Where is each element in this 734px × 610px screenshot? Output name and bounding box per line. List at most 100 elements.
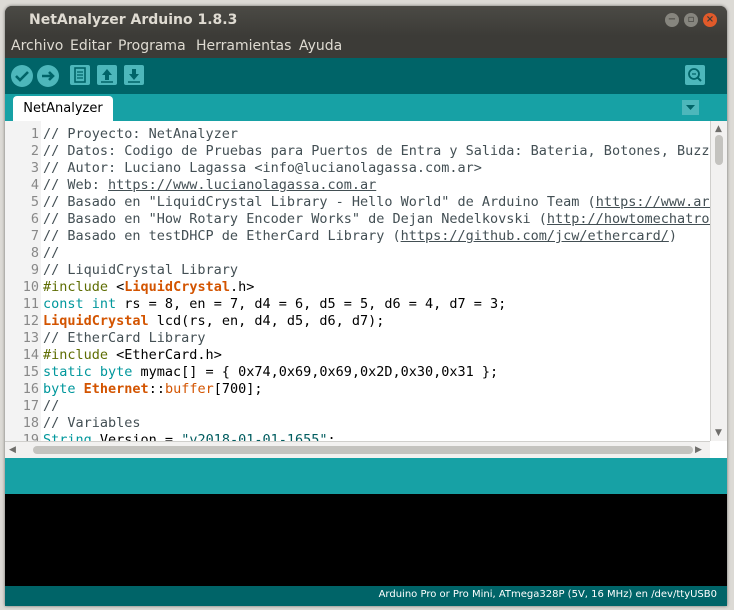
save-icon bbox=[128, 69, 140, 83]
vertical-scroll-thumb[interactable] bbox=[715, 135, 723, 165]
code-token: #include bbox=[43, 347, 117, 363]
scroll-down-icon[interactable]: ▼ bbox=[715, 427, 722, 439]
code-token: // bbox=[43, 245, 60, 261]
code-token: #include bbox=[43, 279, 117, 295]
tab-menu-button[interactable] bbox=[682, 100, 699, 115]
window-title: NetAnalyzer Arduino 1.8.3 bbox=[29, 12, 238, 28]
horizontal-scrollbar[interactable]: ◀ ▶ bbox=[5, 441, 710, 458]
vertical-scrollbar[interactable]: ▲ ▼ bbox=[710, 121, 727, 441]
line-number: 7 bbox=[30, 228, 39, 244]
code-token: ) bbox=[668, 228, 677, 244]
open-icon bbox=[101, 69, 113, 83]
code-text: // bbox=[43, 245, 59, 262]
arduino-window: NetAnalyzer Arduino 1.8.3 − ▫ × Archivo … bbox=[5, 6, 727, 606]
code-token: // Variables bbox=[43, 415, 141, 431]
board-status: Arduino Pro or Pro Mini, ATmega328P (5V,… bbox=[378, 589, 717, 600]
code-token: // Basado en "LiquidCrystal Library - He… bbox=[43, 194, 596, 210]
code-text: LiquidCrystal lcd(rs, en, d4, d5, d6, d7… bbox=[43, 313, 384, 330]
menu-archivo[interactable]: Archivo bbox=[11, 38, 63, 54]
verify-button[interactable] bbox=[11, 65, 33, 87]
line-number: 15 bbox=[22, 364, 39, 380]
line-number: 17 bbox=[22, 398, 39, 414]
code-token: // Basado en "How Rotary Encoder Works" … bbox=[43, 211, 547, 227]
code-text: byte Ethernet::buffer[700]; bbox=[43, 381, 263, 398]
line-number: 1 bbox=[30, 126, 39, 142]
menu-programa[interactable]: Programa bbox=[118, 38, 186, 54]
code-text: // Variables bbox=[43, 415, 141, 432]
open-button[interactable] bbox=[97, 65, 117, 85]
line-number: 3 bbox=[30, 160, 39, 176]
new-button[interactable] bbox=[70, 65, 90, 85]
tab-bar: NetAnalyzer bbox=[5, 94, 727, 121]
code-text: // bbox=[43, 398, 59, 415]
menu-ayuda[interactable]: Ayuda bbox=[299, 38, 342, 54]
horizontal-scroll-thumb[interactable] bbox=[33, 446, 693, 454]
code-token: [700]; bbox=[213, 381, 263, 397]
console-output[interactable] bbox=[5, 494, 727, 586]
verify-icon bbox=[15, 71, 29, 82]
code-text: // LiquidCrystal Library bbox=[43, 262, 238, 279]
line-number: 12 bbox=[22, 313, 39, 329]
title-bar[interactable]: NetAnalyzer Arduino 1.8.3 − ▫ × bbox=[5, 6, 727, 36]
scroll-left-icon[interactable]: ◀ bbox=[9, 444, 16, 456]
code-token[interactable]: http://howtomechatroni bbox=[547, 211, 726, 227]
serial-monitor-icon bbox=[688, 68, 702, 82]
code-token: // Basado en testDHCP de EtherCard Libra… bbox=[43, 228, 401, 244]
code-editor[interactable]: 1// Proyecto: NetAnalyzer 2// Datos: Codi… bbox=[5, 121, 727, 458]
code-text: // Autor: Luciano Lagassa <info@lucianol… bbox=[43, 160, 482, 177]
code-token: // EtherCard Library bbox=[43, 330, 206, 346]
code-token: // Autor: Luciano Lagassa <info@lucianol… bbox=[43, 160, 482, 176]
code-token: static byte bbox=[43, 364, 133, 380]
code-token: <EtherCard.h> bbox=[116, 347, 222, 363]
code-token: LiquidCrystal bbox=[43, 313, 149, 329]
menu-bar: Archivo Editar Programa Herramientas Ayu… bbox=[5, 36, 727, 58]
code-token: mymac[] = { 0x74,0x69,0x69,0x2D,0x30,0x3… bbox=[132, 364, 499, 380]
scroll-right-icon[interactable]: ▶ bbox=[695, 444, 702, 456]
close-button[interactable]: × bbox=[703, 13, 717, 27]
code-text: // Basado en "How Rotary Encoder Works" … bbox=[43, 211, 726, 228]
code-text: // Web: https://www.lucianolagassa.com.a… bbox=[43, 177, 376, 194]
new-icon bbox=[74, 67, 86, 83]
toolbar bbox=[5, 58, 727, 94]
upload-button[interactable] bbox=[37, 65, 59, 87]
code-text: #include <EtherCard.h> bbox=[43, 347, 222, 364]
chevron-down-icon bbox=[686, 105, 695, 110]
code-token[interactable]: https://github.com/jcw/ethercard/ bbox=[401, 228, 669, 244]
code-text: // Basado en testDHCP de EtherCard Libra… bbox=[43, 228, 677, 245]
code-token: lcd(rs, en, d4, d5, d6, d7); bbox=[148, 313, 385, 329]
code-token[interactable]: https://www.ardu bbox=[596, 194, 726, 210]
code-text: // Basado en "LiquidCrystal Library - He… bbox=[43, 194, 726, 211]
code-token: // bbox=[43, 398, 60, 414]
code-text: static byte mymac[] = { 0x74,0x69,0x69,0… bbox=[43, 364, 498, 381]
line-number: 13 bbox=[22, 330, 39, 346]
message-bar bbox=[5, 458, 727, 494]
code-token: // Datos: Codigo de Pruebas para Puertos… bbox=[43, 143, 726, 159]
scroll-up-icon[interactable]: ▲ bbox=[715, 123, 722, 135]
code-text: #include <LiquidCrystal.h> bbox=[43, 279, 254, 296]
line-number: 8 bbox=[30, 245, 39, 261]
serial-monitor-button[interactable] bbox=[685, 65, 705, 85]
menu-editar[interactable]: Editar bbox=[70, 38, 111, 54]
menu-herramientas[interactable]: Herramientas bbox=[196, 38, 291, 54]
line-number: 14 bbox=[22, 347, 39, 363]
code-token: buffer bbox=[164, 381, 214, 397]
save-button[interactable] bbox=[124, 65, 144, 85]
minimize-button[interactable]: − bbox=[665, 13, 679, 27]
tab-netanalyzer[interactable]: NetAnalyzer bbox=[13, 96, 113, 121]
line-number: 2 bbox=[30, 143, 39, 159]
code-token: LiquidCrystal bbox=[124, 279, 230, 295]
line-number: 11 bbox=[22, 296, 39, 312]
code-token[interactable]: https://www.lucianolagassa.com.ar bbox=[108, 177, 376, 193]
code-text: // EtherCard Library bbox=[43, 330, 206, 347]
maximize-button[interactable]: ▫ bbox=[684, 13, 698, 27]
code-text: // Proyecto: NetAnalyzer bbox=[43, 126, 238, 143]
line-number: 6 bbox=[30, 211, 39, 227]
code-token: byte bbox=[43, 381, 76, 397]
line-number: 4 bbox=[30, 177, 39, 193]
line-number: 16 bbox=[22, 381, 39, 397]
line-number: 10 bbox=[22, 279, 39, 295]
code-text: // Datos: Codigo de Pruebas para Puertos… bbox=[43, 143, 726, 160]
code-token: Ethernet bbox=[83, 381, 149, 397]
code-token: // LiquidCrystal Library bbox=[43, 262, 239, 278]
